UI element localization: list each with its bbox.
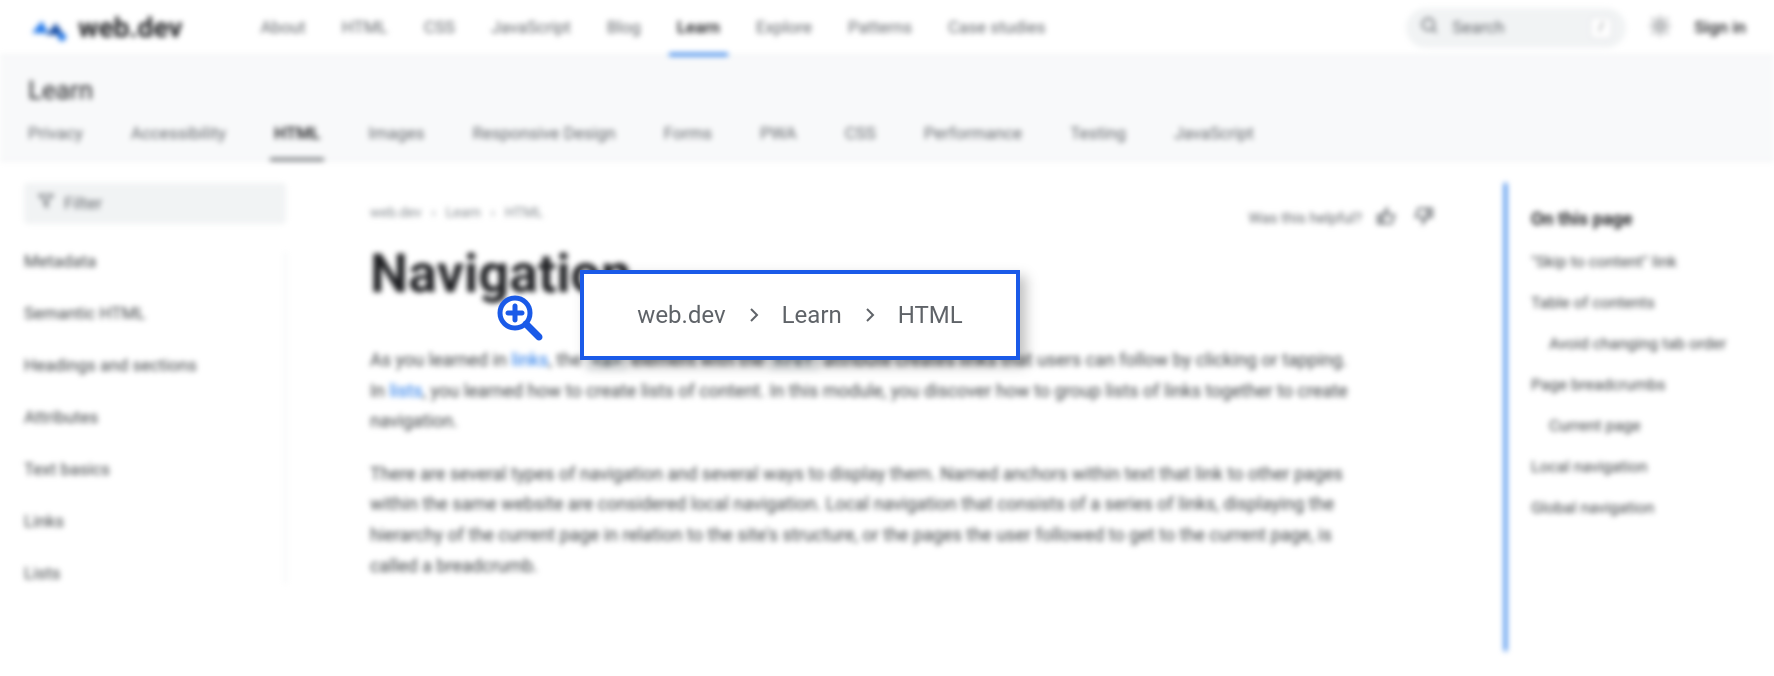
toc-skip[interactable]: "Skip to content" link bbox=[1531, 252, 1754, 271]
nav-javascript[interactable]: JavaScript bbox=[491, 2, 571, 54]
zoom-bc-root[interactable]: web.dev bbox=[637, 301, 725, 329]
subnav-performance[interactable]: Performance bbox=[924, 124, 1022, 160]
signin-link[interactable]: Sign in bbox=[1694, 18, 1746, 38]
subnav-forms[interactable]: Forms bbox=[664, 124, 712, 160]
chevron-right-icon bbox=[862, 301, 878, 329]
filter-label: Filter bbox=[64, 194, 102, 214]
helpful-label: Was this helpful? bbox=[1249, 209, 1362, 227]
sub-header: Learn Privacy Accessibility HTML Images … bbox=[0, 56, 1774, 161]
search-input[interactable]: Search / bbox=[1406, 8, 1626, 48]
nav-learn[interactable]: Learn bbox=[677, 2, 720, 54]
filter-input[interactable]: Filter bbox=[24, 183, 286, 224]
subnav-css[interactable]: CSS bbox=[845, 124, 876, 160]
subnav-html[interactable]: HTML bbox=[274, 124, 320, 160]
logo-icon bbox=[28, 13, 68, 43]
chevron-right-icon bbox=[746, 301, 762, 329]
magnifier-icon bbox=[495, 293, 543, 341]
content-columns: Filter Metadata Semantic HTML Headings a… bbox=[0, 161, 1774, 651]
helpful-widget: Was this helpful? bbox=[1249, 205, 1434, 231]
chevron-right-icon: › bbox=[432, 205, 436, 221]
toc-current-page[interactable]: Current page bbox=[1531, 416, 1754, 435]
thumbs-up-icon[interactable] bbox=[1376, 205, 1398, 231]
toc-tableofcontents[interactable]: Table of contents bbox=[1531, 293, 1754, 312]
sidebar-item-text[interactable]: Text basics bbox=[24, 460, 277, 480]
zoom-bc-learn[interactable]: Learn bbox=[782, 301, 842, 329]
nav-css[interactable]: CSS bbox=[424, 2, 455, 54]
subnav-responsive[interactable]: Responsive Design bbox=[473, 124, 616, 160]
nav-case-studies[interactable]: Case studies bbox=[948, 2, 1046, 54]
sidebar-item-lists[interactable]: Lists bbox=[24, 564, 277, 584]
search-shortcut: / bbox=[1590, 17, 1612, 39]
sidebar-item-semantic[interactable]: Semantic HTML bbox=[24, 304, 277, 324]
bc-item-learn[interactable]: Learn bbox=[446, 205, 481, 221]
nav-patterns[interactable]: Patterns bbox=[848, 2, 912, 54]
toc-local-nav[interactable]: Local navigation bbox=[1531, 457, 1754, 476]
subnav-testing[interactable]: Testing bbox=[1070, 124, 1126, 160]
filter-icon bbox=[38, 193, 54, 214]
bc-item-html[interactable]: HTML bbox=[505, 205, 543, 221]
logo-text: web.dev bbox=[78, 11, 182, 44]
subnav-javascript[interactable]: JavaScript bbox=[1174, 124, 1254, 160]
sidebar-item-attributes[interactable]: Attributes bbox=[24, 408, 277, 428]
zoom-breadcrumb: web.dev Learn HTML bbox=[637, 301, 962, 329]
toc: "Skip to content" link Table of contents… bbox=[1531, 252, 1754, 517]
left-sidebar: Filter Metadata Semantic HTML Headings a… bbox=[0, 161, 310, 651]
sidebar-item-links[interactable]: Links bbox=[24, 512, 277, 532]
sub-nav: Privacy Accessibility HTML Images Respon… bbox=[28, 124, 1746, 160]
zoom-bc-html[interactable]: HTML bbox=[898, 301, 963, 329]
toc-global-nav[interactable]: Global navigation bbox=[1531, 498, 1754, 517]
nav-blog[interactable]: Blog bbox=[607, 2, 641, 54]
link-links[interactable]: links bbox=[511, 350, 548, 371]
nav-about[interactable]: About bbox=[260, 2, 305, 54]
toc-title: On this page bbox=[1531, 209, 1754, 230]
nav-html[interactable]: HTML bbox=[342, 2, 388, 54]
zoom-callout: web.dev Learn HTML bbox=[580, 270, 1020, 360]
toc-breadcrumbs[interactable]: Page breadcrumbs bbox=[1531, 375, 1754, 394]
nav-explore[interactable]: Explore bbox=[756, 2, 812, 54]
top-nav: About HTML CSS JavaScript Blog Learn Exp… bbox=[260, 2, 1045, 54]
paragraph-2: There are several types of navigation an… bbox=[370, 460, 1350, 582]
chevron-right-icon: › bbox=[491, 205, 495, 221]
search-icon bbox=[1420, 16, 1440, 40]
right-sidebar: On this page "Skip to content" link Tabl… bbox=[1504, 183, 1774, 651]
thumbs-down-icon[interactable] bbox=[1412, 205, 1434, 231]
subnav-accessibility[interactable]: Accessibility bbox=[131, 124, 226, 160]
theme-toggle-icon[interactable] bbox=[1648, 14, 1672, 42]
main-content: web.dev › Learn › HTML Was this helpful?… bbox=[310, 161, 1494, 651]
toc-avoid-tab[interactable]: Avoid changing tab order bbox=[1531, 334, 1754, 353]
sidebar-item-headings[interactable]: Headings and sections bbox=[24, 356, 277, 376]
sidebar-item-metadata[interactable]: Metadata bbox=[24, 252, 277, 272]
subnav-images[interactable]: Images bbox=[368, 124, 424, 160]
subhead-title: Learn bbox=[28, 76, 1746, 106]
top-right: Search / Sign in bbox=[1406, 8, 1746, 48]
logo[interactable]: web.dev bbox=[28, 11, 182, 44]
link-lists[interactable]: lists bbox=[389, 381, 422, 402]
top-bar: web.dev About HTML CSS JavaScript Blog L… bbox=[0, 0, 1774, 56]
subnav-pwa[interactable]: PWA bbox=[760, 124, 797, 160]
search-placeholder: Search bbox=[1452, 18, 1578, 38]
subnav-privacy[interactable]: Privacy bbox=[28, 124, 83, 160]
bc-item-root[interactable]: web.dev bbox=[370, 205, 422, 221]
